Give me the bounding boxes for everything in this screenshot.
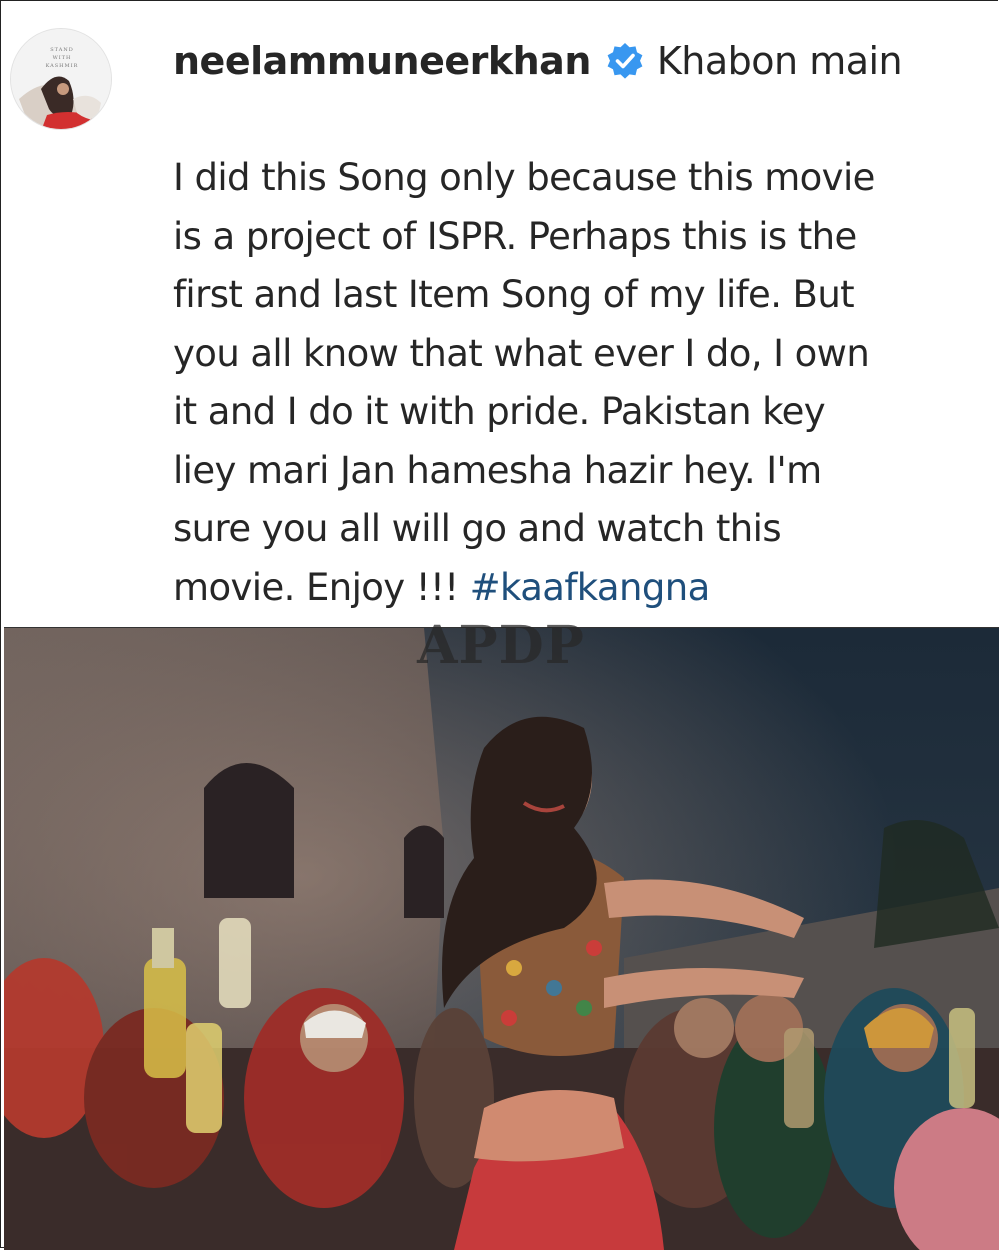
caption-line: you all know that what ever I do, I own [173,331,870,375]
caption-line: first and last Item Song of my life. But [173,273,855,316]
hashtag-link[interactable]: #kaafkangna [470,566,711,609]
caption-line: I did this Song only because this movie [173,156,875,199]
svg-text:WITH: WITH [53,55,72,61]
watermark-text: APDP [417,615,585,676]
verified-badge-icon [607,43,643,79]
caption-headline: Khabon main [656,39,903,83]
caption-line: is a project of ISPR. Perhaps this is th… [173,214,857,258]
caption-line: it and I do it with pride. Pakistan key [173,390,826,433]
avatar-image: STAND WITH KASHMIR [11,29,111,129]
post-caption: I did this Song only because this movie … [173,149,983,617]
profile-avatar[interactable]: STAND WITH KASHMIR [10,28,112,130]
dance-scene-illustration [4,628,999,1250]
caption-last-text: movie. Enjoy !!! [173,565,470,609]
caption-line: liey mari Jan hamesha hazir hey. I'm [173,448,822,492]
post-header: STAND WITH KASHMIR neelammuneerkhan Khab… [1,1,1000,627]
caption-line-last: movie. Enjoy !!! #kaafkangna [173,559,983,618]
post-media-image [4,627,999,1250]
caption-line: sure you all will go and watch this [173,507,782,550]
username-link[interactable]: neelammuneerkhan [173,39,591,83]
svg-text:KASHMIR: KASHMIR [46,63,79,69]
svg-text:STAND: STAND [50,47,73,53]
screenshot-frame: STAND WITH KASHMIR neelammuneerkhan Khab… [0,0,1000,1250]
username-row: neelammuneerkhan Khabon main [173,31,903,91]
